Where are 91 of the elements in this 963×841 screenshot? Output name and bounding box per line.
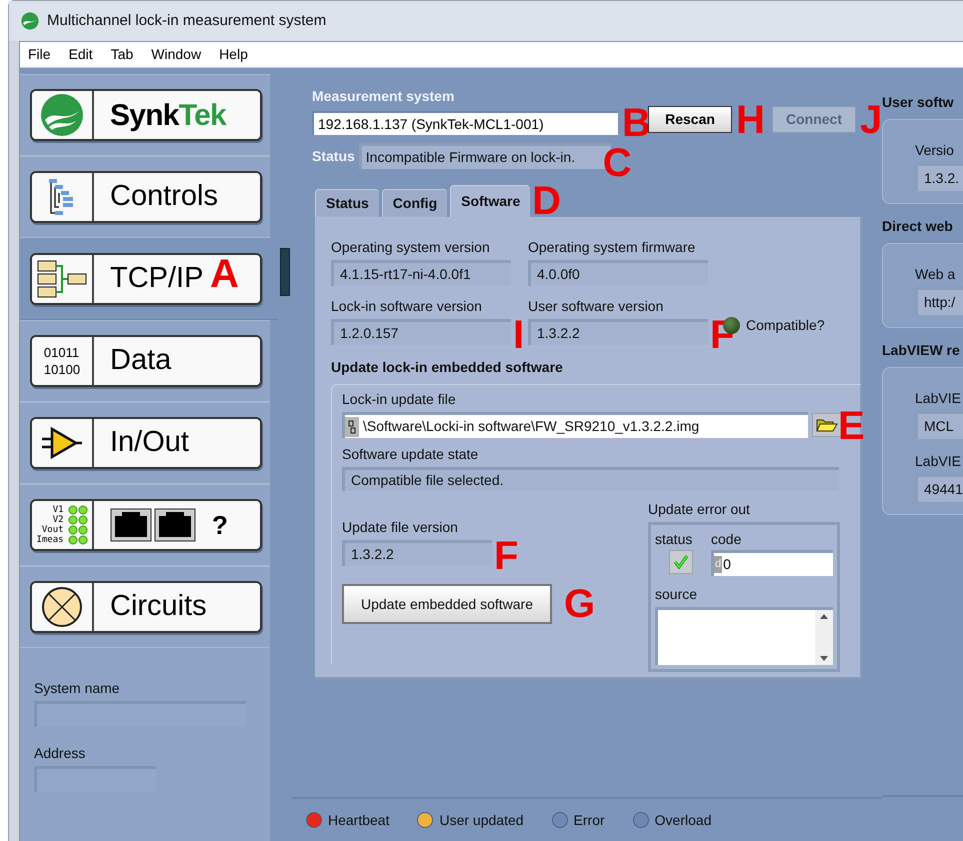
scroll-up-icon[interactable]	[820, 614, 828, 619]
nav-label: TCP/IP	[110, 260, 204, 296]
group-title: Direct web	[882, 217, 954, 236]
read-only-field: http:/	[915, 287, 963, 315]
group-title: LabVIEW re	[882, 341, 961, 360]
code-field: d 0	[711, 550, 833, 576]
menu-item[interactable]: Edit	[68, 44, 93, 65]
scroll-down-icon[interactable]	[820, 656, 828, 661]
nav-label: In/Out	[110, 425, 189, 460]
network-blocks-icon	[36, 258, 88, 298]
nav-tab[interactable]: Controls	[20, 156, 270, 238]
annotation-letter: E	[838, 406, 865, 446]
app-logo-icon	[21, 12, 39, 30]
nav-label: Circuits	[110, 589, 207, 624]
read-only-field: MCL	[915, 411, 963, 439]
field-label: System name	[34, 679, 121, 698]
browse-button[interactable]	[812, 413, 842, 437]
annotation-letter: G	[564, 584, 596, 624]
read-only-field: 49441	[915, 474, 963, 502]
nav-label: ?	[212, 508, 228, 542]
field-label: Operating system version	[331, 238, 491, 257]
annotation-letter: F	[494, 536, 518, 576]
nav-tab[interactable]: V1 V2 Vout Imeas ?	[20, 484, 270, 566]
nav-tab[interactable]: SynkTek	[20, 74, 270, 156]
leaf-logo-icon	[40, 93, 84, 137]
field-label: source	[655, 585, 698, 604]
field-label: Web a	[915, 265, 956, 284]
field-label: status	[655, 530, 694, 549]
menu-item[interactable]: Window	[151, 44, 202, 65]
selection-indicator	[280, 248, 290, 296]
field-label: User software version	[528, 297, 664, 316]
led-label: Heartbeat	[328, 810, 390, 830]
annotation-letter: J	[860, 100, 882, 140]
field-label: Software update state	[342, 445, 480, 464]
read-only-field: 1.2.0.157	[331, 319, 511, 345]
read-only-field: Compatible file selected.	[342, 467, 839, 491]
checkmark-icon	[673, 554, 689, 570]
update-button[interactable]: Update embedded software	[342, 584, 552, 624]
field-label: Measurement system	[312, 87, 456, 106]
action-button[interactable]: Rescan	[648, 106, 732, 133]
file-path-field[interactable]: \Software\Locki-in software\FW_SR9210_v1.3.2.2.img	[342, 412, 808, 438]
nav-label: Controls	[110, 179, 218, 214]
folder-icon	[816, 418, 838, 432]
led-label: Compatible?	[746, 316, 825, 335]
nav-tab[interactable]: 01011 10100 Data	[20, 320, 270, 402]
menu-item[interactable]: File	[28, 44, 51, 65]
section-title: Update lock-in embedded software	[331, 358, 564, 377]
led-label: Overload	[654, 810, 712, 830]
annotation-letter: A	[210, 254, 239, 294]
field-label: Lock-in update file	[342, 390, 457, 409]
field-label: Update error out	[648, 500, 751, 519]
read-only-field: 1.3.2.	[915, 163, 963, 191]
tab[interactable]: Config	[382, 189, 448, 217]
field-label: Lock-in software version	[331, 297, 483, 316]
nav-tab[interactable]: Circuits	[20, 566, 270, 648]
annotation-letter: I	[513, 315, 524, 355]
field-label: LabVIE	[915, 452, 962, 471]
nav-label: SynkTek	[110, 98, 226, 134]
read-only-field: 1.3.2.2	[342, 540, 492, 566]
radix-indicator: d	[714, 556, 722, 573]
annotation-letter: D	[532, 181, 562, 221]
annotation-letter: B	[622, 103, 651, 143]
led-grid-icon	[68, 505, 88, 545]
tab[interactable]: Software	[450, 185, 530, 217]
read-only-field: 4.1.15-rt17-ni-4.0.0f1	[331, 260, 511, 286]
field-label: Update file version	[342, 518, 459, 537]
ethernet-ports-icon	[110, 508, 196, 542]
led-label: Error	[574, 810, 605, 830]
path-icon	[345, 416, 359, 436]
field-label: Status	[312, 146, 355, 166]
binary-icon: 01011 10100	[44, 344, 80, 378]
lamp-icon	[41, 586, 83, 628]
field-label: LabVIE	[915, 389, 962, 408]
led-label: User updated	[439, 810, 524, 830]
field-label: Operating system firmware	[528, 238, 696, 257]
group-title: User softw	[882, 93, 955, 112]
signal-labels: V1 V2 Vout Imeas	[36, 505, 64, 545]
window-title: Multichannel lock-in measurement system	[47, 10, 326, 31]
nav-tab[interactable]: In/Out	[20, 402, 270, 484]
field-label: Versio	[915, 141, 955, 160]
menu-item[interactable]: Tab	[110, 44, 134, 65]
address-field[interactable]: 192.168.1.137 (SynkTek-MCL1-001)	[312, 111, 618, 135]
field-label: Address	[34, 744, 86, 763]
annotation-letter: H	[736, 100, 765, 140]
nav-label: Data	[110, 343, 172, 378]
menu-item[interactable]: Help	[219, 44, 248, 65]
tab[interactable]: Status	[315, 189, 379, 217]
read-only-field: 1.3.2.2	[528, 319, 708, 345]
field-label: code	[711, 530, 742, 549]
amplifier-icon	[40, 425, 84, 461]
read-only-field: 4.0.0f0	[528, 260, 708, 286]
